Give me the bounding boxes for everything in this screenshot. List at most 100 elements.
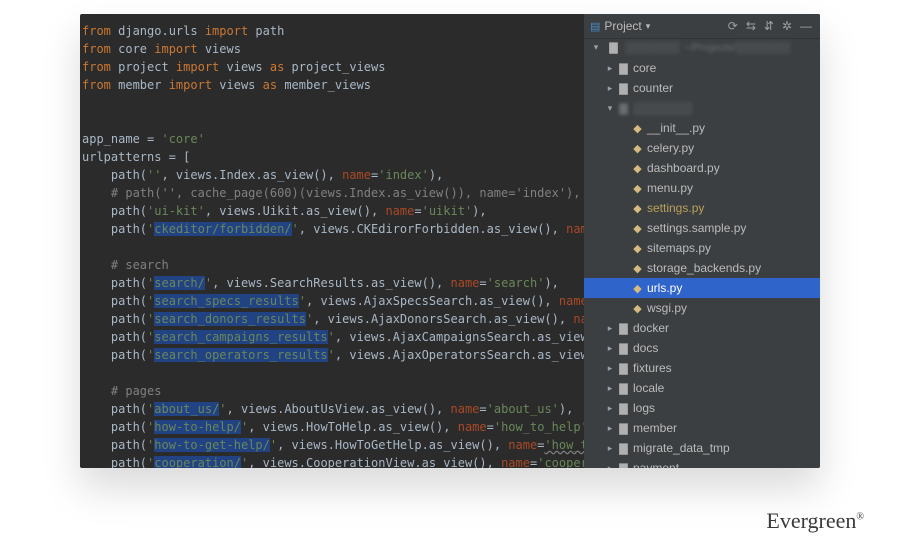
folder-payment[interactable]: ▸▇payment — [584, 458, 820, 468]
code-line[interactable]: path('search_operators_results', views.A… — [82, 346, 584, 364]
code-line[interactable] — [82, 238, 584, 256]
tree-node-label: storage_backends.py — [645, 261, 761, 275]
chevron-right-icon: ▸ — [604, 423, 616, 434]
code-editor[interactable]: from django.urls import pathfrom core im… — [80, 14, 584, 468]
code-line[interactable]: path('search/', views.SearchResults.as_v… — [82, 274, 584, 292]
code-line[interactable]: path('', views.Index.as_view(), name='in… — [82, 166, 584, 184]
code-line[interactable]: # pages — [82, 382, 584, 400]
code-line[interactable] — [82, 94, 584, 112]
folder-member[interactable]: ▸▇member — [584, 418, 820, 438]
chevron-right-icon: ▸ — [604, 463, 616, 469]
chevron-right-icon: ▸ — [604, 443, 616, 454]
tree-node-label: docs — [631, 341, 658, 355]
chevron-right-icon: ▸ — [604, 83, 616, 94]
python-file-icon: ◆ — [630, 142, 645, 155]
tree-node-label: core — [631, 61, 656, 75]
tree-node-label: member — [631, 421, 677, 435]
code-line[interactable]: path('search_donors_results', views.Ajax… — [82, 310, 584, 328]
folder-icon: ▇ — [616, 322, 631, 335]
toolbar-action-1[interactable]: ⇆ — [744, 19, 758, 33]
chevron-right-icon: ▸ — [604, 403, 616, 414]
chevron-right-icon: ▸ — [604, 363, 616, 374]
tree-node-label: locale — [631, 381, 664, 395]
folder-icon: ▇ — [616, 402, 631, 415]
folder-logs[interactable]: ▸▇logs — [584, 398, 820, 418]
folder-counter[interactable]: ▸▇counter — [584, 78, 820, 98]
code-line[interactable]: path('cooperation/', views.CooperationVi… — [82, 454, 584, 468]
project-icon: ▤ — [590, 20, 600, 33]
tree-node-label: payment — [631, 461, 679, 468]
folder-icon: ▇ — [606, 41, 621, 54]
tree-node-label: settings.sample.py — [645, 221, 746, 235]
tree-node-label: counter — [631, 81, 673, 95]
python-file-icon: ◆ — [630, 282, 645, 295]
folder-core[interactable]: ▸▇core — [584, 58, 820, 78]
python-file-icon: ◆ — [630, 122, 645, 135]
file-urls-py[interactable]: ◆urls.py — [584, 278, 820, 298]
tree-node-label: menu.py — [645, 181, 693, 195]
folder-icon: ▇ — [616, 422, 631, 435]
code-line[interactable]: path('ckeditor/forbidden/', views.CKEdir… — [82, 220, 584, 238]
code-line[interactable] — [82, 112, 584, 130]
tree-node-label: celery.py — [645, 141, 694, 155]
file-celery-py[interactable]: ◆celery.py — [584, 138, 820, 158]
file-sitemaps-py[interactable]: ◆sitemaps.py — [584, 238, 820, 258]
code-line[interactable]: path('about_us/', views.AboutUsView.as_v… — [82, 400, 584, 418]
code-line[interactable]: path('search_specs_results', views.AjaxS… — [82, 292, 584, 310]
file-settings-py[interactable]: ◆settings.py — [584, 198, 820, 218]
chevron-right-icon: ▸ — [604, 63, 616, 74]
file-settings-sample-py[interactable]: ◆settings.sample.py — [584, 218, 820, 238]
gear-icon[interactable]: ✲ — [780, 19, 794, 33]
code-line[interactable]: # search — [82, 256, 584, 274]
tree-node-label: migrate_data_tmp — [631, 441, 730, 455]
project-root-row[interactable]: ▾ ▇ ▒▒▒▒▒▒▒ ~/Projects/▒▒▒▒▒▒▒ — [584, 39, 820, 56]
tree-node-label: urls.py — [645, 281, 682, 295]
tree-node-label: __init__.py — [645, 121, 705, 135]
tree-node-label: settings.py — [645, 201, 704, 215]
file-wsgi-py[interactable]: ◆wsgi.py — [584, 298, 820, 318]
code-line[interactable]: path('how-to-get-help/', views.HowToGetH… — [82, 436, 584, 454]
folder-docker[interactable]: ▸▇docker — [584, 318, 820, 338]
tree-node-label: fixtures — [631, 361, 672, 375]
folder-[interactable]: ▾▇▒▒▒▒▒▒▒ — [584, 98, 820, 118]
chevron-right-icon: ▸ — [604, 383, 616, 394]
file-dashboard-py[interactable]: ◆dashboard.py — [584, 158, 820, 178]
chevron-down-icon: ▾ — [646, 21, 651, 32]
code-line[interactable] — [82, 364, 584, 382]
file-__init__-py[interactable]: ◆__init__.py — [584, 118, 820, 138]
folder-docs[interactable]: ▸▇docs — [584, 338, 820, 358]
folder-fixtures[interactable]: ▸▇fixtures — [584, 358, 820, 378]
toolbar-action-0[interactable]: ⟳ — [726, 19, 740, 33]
minimize-icon[interactable]: — — [798, 19, 814, 33]
folder-icon: ▇ — [616, 102, 631, 115]
folder-locale[interactable]: ▸▇locale — [584, 378, 820, 398]
project-tool-title[interactable]: ▤ Project ▾ — [590, 19, 722, 33]
project-sidebar: ▤ Project ▾ ⟳ ⇆ ⇵ ✲ — ▾ ▇ ▒▒▒▒▒▒▒ ~/Proj… — [584, 14, 820, 468]
code-line[interactable]: from django.urls import path — [82, 22, 584, 40]
ide-window: from django.urls import pathfrom core im… — [80, 14, 820, 468]
toolbar-action-2[interactable]: ⇵ — [762, 19, 776, 33]
code-line[interactable]: app_name = 'core' — [82, 130, 584, 148]
chevron-right-icon: ▸ — [604, 323, 616, 334]
file-storage_backends-py[interactable]: ◆storage_backends.py — [584, 258, 820, 278]
folder-migratedatatmp[interactable]: ▸▇migrate_data_tmp — [584, 438, 820, 458]
code-line[interactable]: from core import views — [82, 40, 584, 58]
project-root-path: ~/Projects/▒▒▒▒▒▒▒ — [684, 42, 814, 54]
code-line[interactable]: path('how-to-help/', views.HowToHelp.as_… — [82, 418, 584, 436]
code-line[interactable]: from member import views as member_views — [82, 76, 584, 94]
watermark-logo: Evergreen® — [766, 508, 864, 534]
folder-icon: ▇ — [616, 62, 631, 75]
project-tree[interactable]: ▸▇core▸▇counter▾▇▒▒▒▒▒▒▒◆__init__.py◆cel… — [584, 56, 820, 468]
tree-node-label: docker — [631, 321, 669, 335]
python-file-icon: ◆ — [630, 262, 645, 275]
code-line[interactable]: path('ui-kit', views.Uikit.as_view(), na… — [82, 202, 584, 220]
file-menu-py[interactable]: ◆menu.py — [584, 178, 820, 198]
python-file-icon: ◆ — [630, 162, 645, 175]
code-line[interactable]: from project import views as project_vie… — [82, 58, 584, 76]
tree-node-label: logs — [631, 401, 655, 415]
code-line[interactable]: # path('', cache_page(600)(views.Index.a… — [82, 184, 584, 202]
code-line[interactable]: path('search_campaigns_results', views.A… — [82, 328, 584, 346]
python-file-icon: ◆ — [630, 222, 645, 235]
python-file-icon: ◆ — [630, 242, 645, 255]
code-line[interactable]: urlpatterns = [ — [82, 148, 584, 166]
